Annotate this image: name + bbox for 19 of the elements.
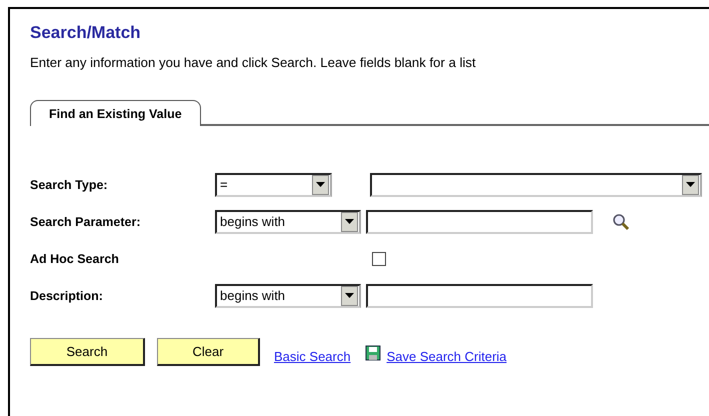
operator-dropdown[interactable]: = — [215, 172, 332, 196]
page-title: Search/Match — [30, 23, 142, 43]
text-field[interactable] — [366, 284, 593, 308]
checkbox[interactable] — [372, 252, 386, 266]
operator-dropdown[interactable]: begins with — [215, 284, 361, 308]
action-button[interactable]: Clear — [157, 338, 260, 366]
instructions-text: Enter any information you have and click Search. Leave fields blank for a list — [30, 55, 477, 70]
action-button[interactable]: Search — [30, 338, 145, 366]
value-dropdown[interactable] — [370, 172, 702, 196]
text-field[interactable] — [366, 210, 593, 234]
field-label: Ad Hoc Search — [30, 252, 120, 266]
field-label: Search Parameter: — [30, 214, 142, 228]
search-icon[interactable] — [612, 212, 630, 230]
field-label: Search Type: — [30, 178, 109, 192]
field-label: Description: — [30, 288, 104, 302]
operator-dropdown[interactable]: begins with — [215, 210, 361, 234]
link[interactable]: Save Search Criteria — [386, 348, 507, 364]
tab[interactable]: Find an Existing Value — [30, 100, 201, 126]
link[interactable]: Basic Search — [274, 348, 351, 364]
